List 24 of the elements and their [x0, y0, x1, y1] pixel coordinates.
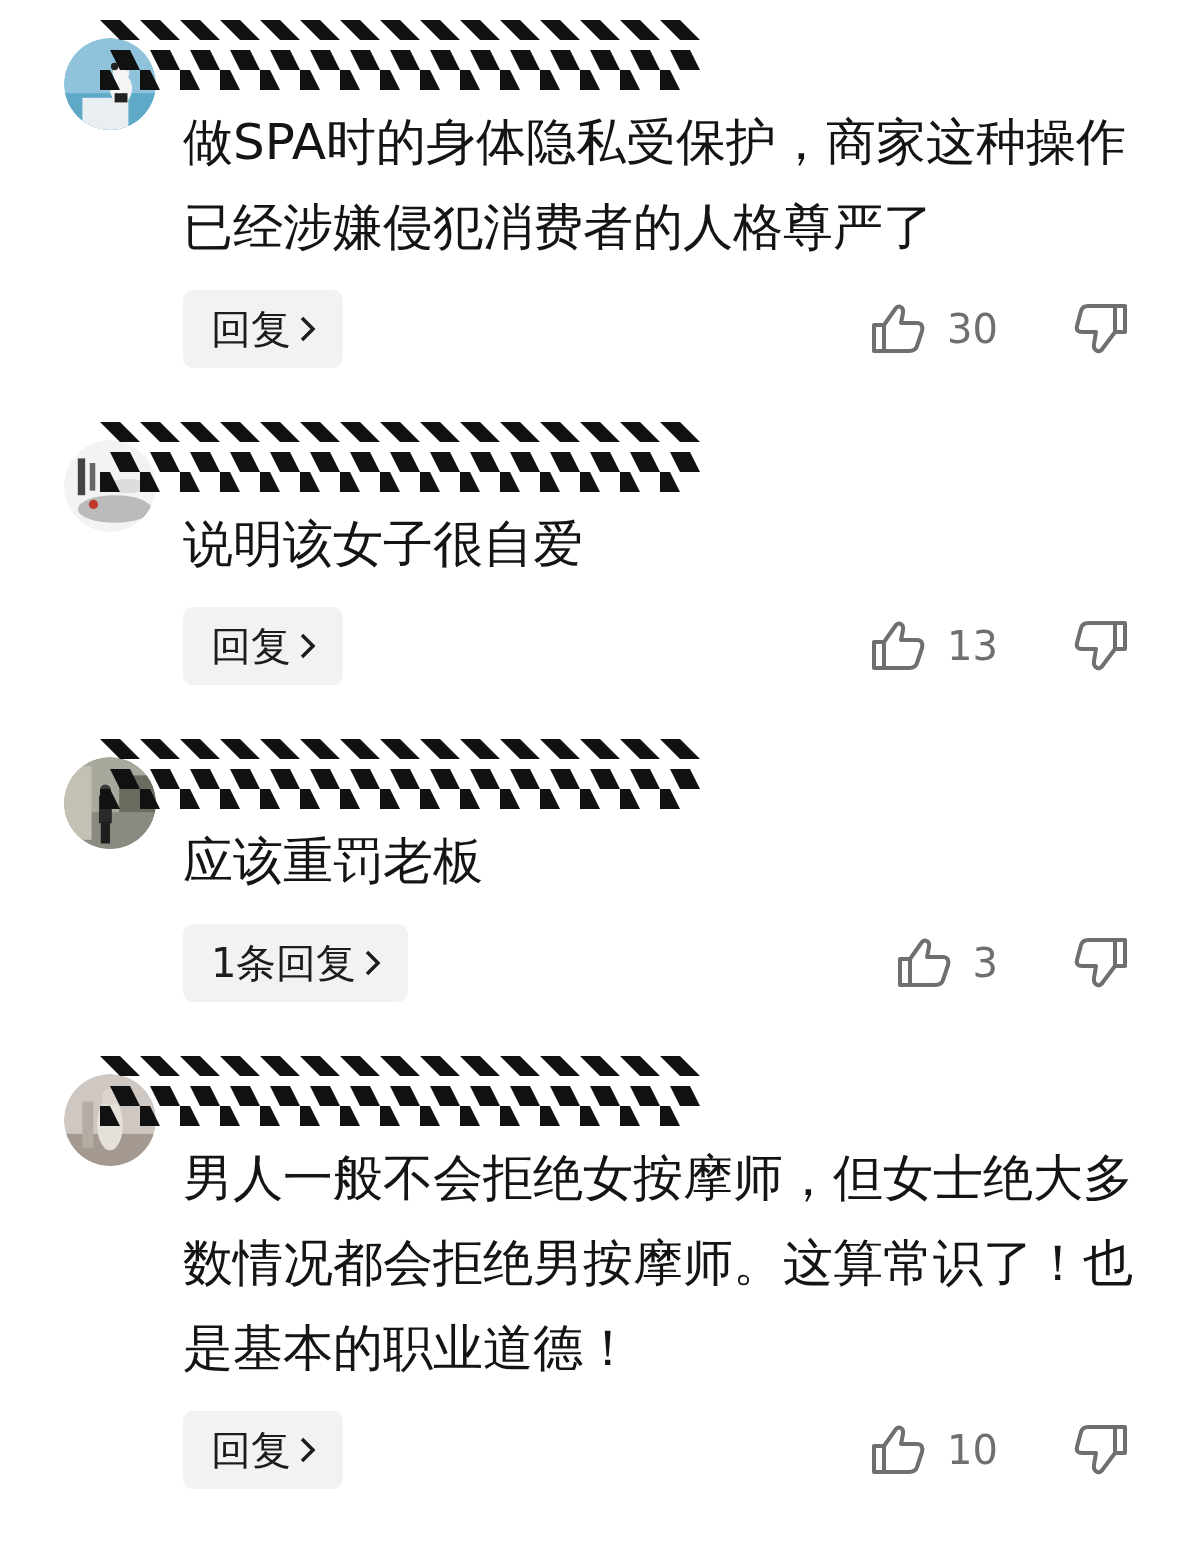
like-count: 10 [947, 1427, 998, 1473]
thumbs-up-icon[interactable] [871, 1424, 926, 1476]
thumbs-up-icon[interactable] [896, 937, 951, 989]
thumbs-down-icon[interactable] [1074, 1423, 1128, 1477]
thumbs-up-icon[interactable] [871, 620, 926, 672]
chevron-icon [364, 948, 383, 978]
thumbs-down-icon[interactable] [1074, 619, 1128, 673]
comment-text: 说明该女子很自爱 [183, 514, 584, 575]
like-count: 30 [947, 306, 998, 352]
reply-button[interactable]: 回复 [183, 1411, 343, 1489]
comment-text: 做SPA时的身体隐私受保护，商家这种操作已经涉嫌侵犯消费者的人格尊严了 [183, 112, 1127, 258]
chevron-icon [299, 314, 317, 344]
comment-text: 应该重罚老板 [183, 831, 484, 892]
thumbs-up-icon[interactable] [871, 303, 926, 355]
thumbs-down-icon[interactable] [1074, 302, 1128, 356]
like-count: 13 [947, 623, 998, 669]
reply-button[interactable]: 1条回复 [183, 924, 409, 1002]
reply-button[interactable]: 回复 [183, 607, 343, 685]
like-count: 3 [972, 940, 998, 986]
comment-text: 男人一般不会拒绝女按摩师，但女士绝大多数情况都会拒绝男按摩师。这算常识了！也是基本的职业道德！ [183, 1148, 1134, 1379]
thumbs-down-icon[interactable] [1074, 936, 1128, 990]
reply-button[interactable]: 回复 [183, 290, 343, 368]
chevron-icon [299, 1435, 317, 1465]
chevron-icon [299, 631, 317, 661]
